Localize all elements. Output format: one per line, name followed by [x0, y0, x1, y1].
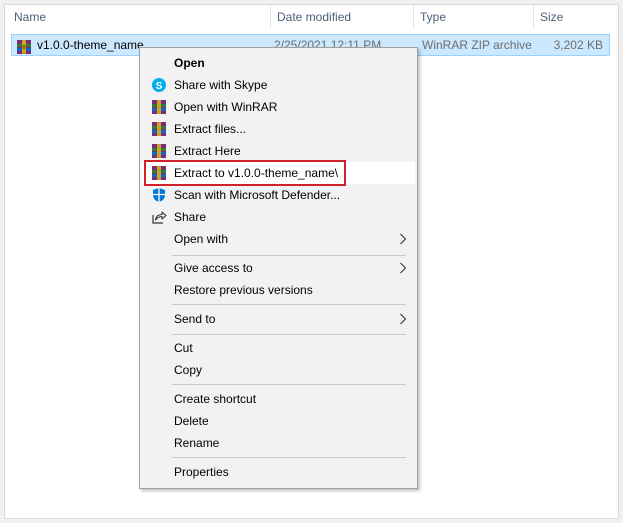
annotation-highlight-box	[144, 160, 346, 186]
menu-item-label: Extract files...	[174, 122, 247, 136]
file-type: WinRAR ZIP archive	[422, 38, 532, 52]
menu-item-label: Delete	[174, 414, 209, 428]
skype-icon: S	[152, 78, 166, 92]
menu-item-cut[interactable]: Cut	[142, 337, 415, 359]
menu-item-label: Share	[174, 210, 207, 224]
menu-item-properties[interactable]: Properties	[142, 461, 415, 483]
menu-item-open-with-winrar[interactable]: Open with WinRAR	[142, 96, 415, 118]
menu-item-extract-here[interactable]: Extract Here	[142, 140, 415, 162]
menu-separator	[172, 304, 406, 305]
menu-separator	[172, 334, 406, 335]
menu-item-send-to[interactable]: Send to	[142, 308, 415, 330]
menu-item-label: Copy	[174, 363, 203, 377]
menu-item-label: Cut	[174, 341, 193, 355]
menu-item-open-with[interactable]: Open with	[142, 228, 415, 250]
menu-item-copy[interactable]: Copy	[142, 359, 415, 381]
menu-item-label: Properties	[174, 465, 229, 479]
menu-separator	[172, 384, 406, 385]
chevron-right-icon	[400, 233, 407, 245]
column-header-size[interactable]: Size	[534, 5, 612, 29]
menu-item-label: Scan with Microsoft Defender...	[174, 188, 341, 202]
menu-separator	[172, 255, 406, 256]
menu-item-label: Open with	[174, 232, 229, 246]
share-icon	[152, 211, 167, 224]
menu-item-open[interactable]: Open	[142, 52, 415, 74]
menu-item-extract-files[interactable]: Extract files...	[142, 118, 415, 140]
menu-item-label: Create shortcut	[174, 392, 257, 406]
context-menu: Open S Share with Skype Open with WinRAR…	[139, 47, 418, 489]
menu-item-restore-previous-versions[interactable]: Restore previous versions	[142, 279, 415, 301]
menu-item-label: Share with Skype	[174, 78, 268, 92]
defender-shield-icon	[153, 188, 165, 202]
menu-item-give-access-to[interactable]: Give access to	[142, 257, 415, 279]
chevron-right-icon	[400, 313, 407, 325]
svg-text:S: S	[156, 81, 163, 92]
winrar-archive-icon	[17, 40, 31, 54]
menu-item-label: Restore previous versions	[174, 283, 313, 297]
winrar-icon	[152, 144, 166, 158]
column-header-row: Name Date modified Type Size	[5, 5, 618, 29]
column-header-type[interactable]: Type	[414, 5, 534, 29]
menu-item-label: Send to	[174, 312, 216, 326]
menu-item-share-with-skype[interactable]: S Share with Skype	[142, 74, 415, 96]
winrar-icon	[152, 122, 166, 136]
menu-separator	[172, 457, 406, 458]
column-header-date-modified[interactable]: Date modified	[271, 5, 414, 29]
file-name: v1.0.0-theme_name	[37, 38, 144, 52]
file-size: 3,202 KB	[553, 38, 603, 52]
menu-item-label: Open	[174, 56, 205, 70]
winrar-icon	[152, 100, 166, 114]
column-header-name[interactable]: Name	[5, 5, 271, 29]
menu-item-scan-with-defender[interactable]: Scan with Microsoft Defender...	[142, 184, 415, 206]
menu-item-label: Rename	[174, 436, 220, 450]
menu-item-label: Give access to	[174, 261, 253, 275]
menu-item-label: Open with WinRAR	[174, 100, 278, 114]
menu-item-label: Extract Here	[174, 144, 241, 158]
menu-item-create-shortcut[interactable]: Create shortcut	[142, 388, 415, 410]
chevron-right-icon	[400, 262, 407, 274]
menu-item-rename[interactable]: Rename	[142, 432, 415, 454]
menu-item-share[interactable]: Share	[142, 206, 415, 228]
menu-item-delete[interactable]: Delete	[142, 410, 415, 432]
